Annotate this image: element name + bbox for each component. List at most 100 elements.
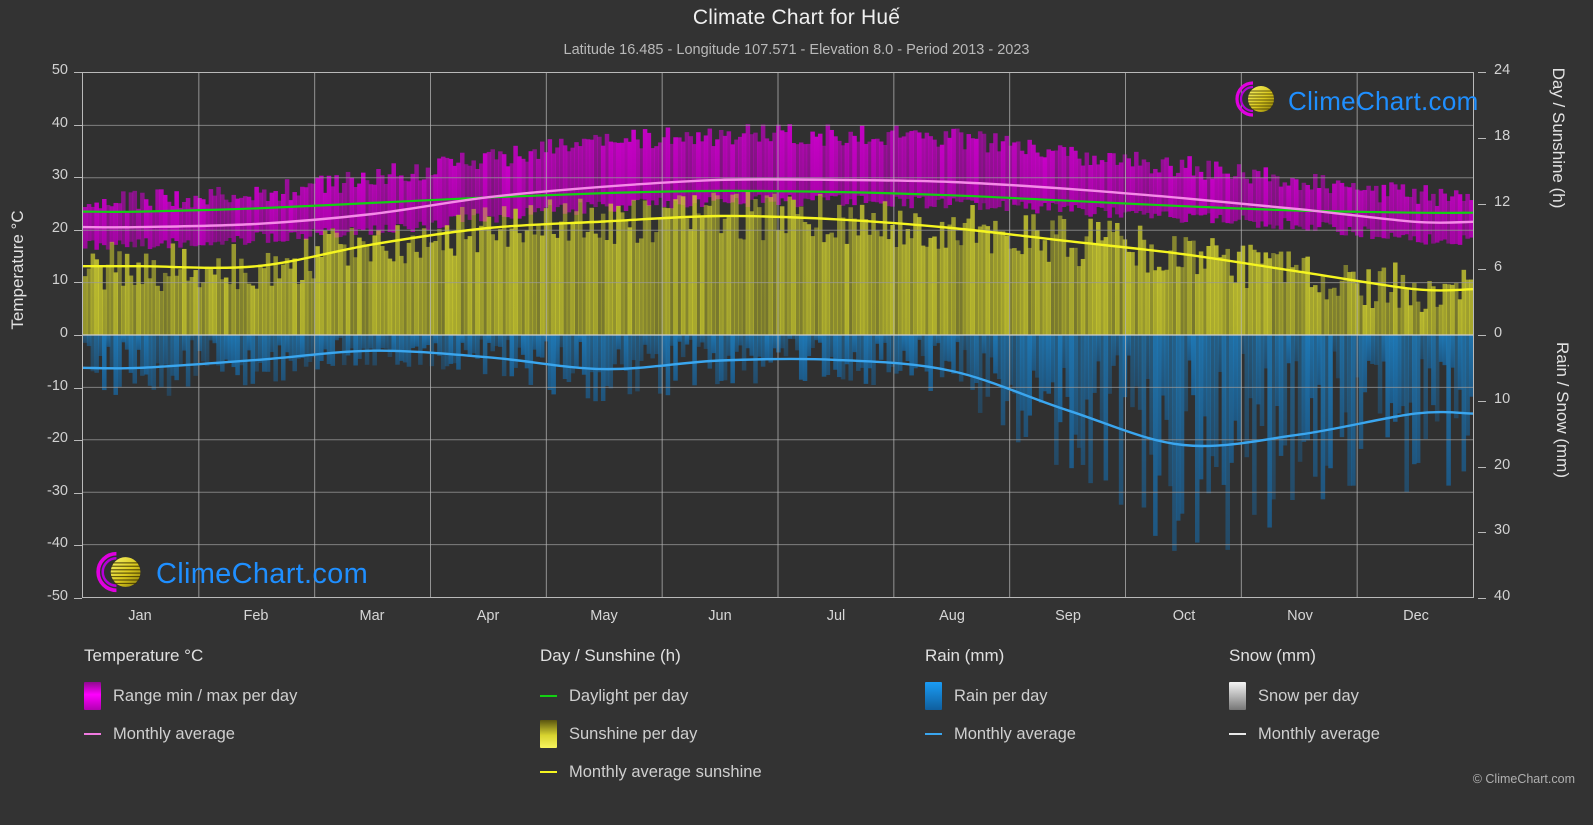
y-tick-mark-left bbox=[74, 387, 82, 389]
y-tick-mark-left bbox=[74, 72, 82, 73]
chart-legend: Temperature °C Range min / max per day Mon… bbox=[0, 646, 1593, 821]
y-tick-mark-right bbox=[1478, 598, 1486, 599]
y-tick-mark-left bbox=[74, 545, 82, 547]
legend-item-label: Daylight per day bbox=[569, 686, 689, 705]
y-tick-left: -30 bbox=[47, 482, 68, 499]
y-tick-mark-right bbox=[1478, 203, 1486, 205]
x-tick-dec: Dec bbox=[1403, 608, 1429, 624]
x-tick-sep: Sep bbox=[1055, 608, 1081, 624]
y-tick-left: -40 bbox=[47, 535, 68, 552]
y-tick-right: 30 bbox=[1494, 522, 1511, 539]
y-tick-mark-left bbox=[74, 282, 82, 284]
y-tick-mark-right bbox=[1478, 400, 1486, 402]
legend-item-label: Monthly average bbox=[113, 724, 235, 743]
y-tick-mark-left bbox=[74, 492, 82, 494]
climate-chart-page: Climate Chart for Huế Latitude 16.485 - … bbox=[0, 0, 1593, 825]
legend-swatch-icon bbox=[925, 682, 942, 710]
plot-area bbox=[82, 72, 1474, 598]
watermark-text: ClimeChart.com bbox=[1288, 86, 1479, 116]
y-tick-left: 30 bbox=[51, 167, 68, 184]
x-tick-feb: Feb bbox=[243, 608, 269, 624]
y-tick-right: 24 bbox=[1494, 62, 1511, 78]
watermark-text: ClimeChart.com bbox=[156, 558, 369, 590]
y-axis-right-bottom-title: Rain / Snow (mm) bbox=[1553, 341, 1572, 479]
x-tick-jul: Jul bbox=[826, 608, 846, 624]
legend-swatch-icon bbox=[540, 720, 557, 748]
legend-column-day-sunshine-h: Day / Sunshine (h) Daylight per day Sunshi… bbox=[540, 646, 762, 791]
legend-column-rain-mm: Rain (mm) Rain per day Monthly average bbox=[925, 646, 1076, 753]
y-tick-left: 20 bbox=[51, 219, 68, 236]
y-tick-mark-right bbox=[1478, 532, 1486, 534]
legend-group-title: Temperature °C bbox=[84, 646, 204, 665]
y-tick-mark-left bbox=[74, 124, 82, 126]
legend-item[interactable]: Monthly average bbox=[84, 715, 297, 753]
legend-line-icon bbox=[925, 720, 942, 748]
watermark-bottom-left: ClimeChart.com bbox=[92, 548, 368, 601]
y-tick-right: 6 bbox=[1494, 259, 1503, 276]
legend-item[interactable]: Monthly average bbox=[1229, 715, 1380, 753]
y-tick-mark-right bbox=[1478, 335, 1486, 336]
y-tick-left: 50 bbox=[51, 62, 68, 78]
y-tick-left: -20 bbox=[47, 430, 68, 447]
x-tick-nov: Nov bbox=[1287, 608, 1313, 624]
x-tick-may: May bbox=[590, 608, 618, 624]
legend-item[interactable]: Monthly average sunshine bbox=[540, 753, 762, 791]
copyright-notice: © ClimeChart.com bbox=[1472, 772, 1575, 786]
y-tick-right: 18 bbox=[1494, 127, 1511, 144]
legend-group-title: Rain (mm) bbox=[925, 646, 1005, 665]
legend-column-temperature-c: Temperature °C Range min / max per day Mon… bbox=[84, 646, 297, 753]
y-tick-mark-left bbox=[74, 177, 82, 179]
page-title: Climate Chart for Huế bbox=[692, 6, 901, 29]
y-tick-left: 10 bbox=[51, 272, 68, 289]
y-tick-mark-right bbox=[1478, 466, 1486, 468]
legend-item-label: Rain per day bbox=[954, 686, 1048, 705]
legend-item[interactable]: Snow per day bbox=[1229, 677, 1380, 715]
legend-item-label: Monthly average bbox=[1258, 724, 1380, 743]
legend-swatch-icon bbox=[1229, 682, 1246, 710]
x-tick-jun: Jun bbox=[708, 608, 732, 624]
legend-item[interactable]: Range min / max per day bbox=[84, 677, 297, 715]
y-tick-mark-right bbox=[1478, 72, 1486, 73]
legend-line-icon bbox=[1229, 720, 1246, 748]
legend-line-icon bbox=[84, 720, 101, 748]
chart-svg bbox=[83, 73, 1473, 597]
y-tick-right: 40 bbox=[1494, 588, 1511, 604]
legend-item[interactable]: Rain per day bbox=[925, 677, 1076, 715]
y-tick-left: 0 bbox=[59, 325, 68, 341]
legend-line-icon bbox=[540, 682, 557, 710]
page-subtitle: Latitude 16.485 - Longitude 107.571 - El… bbox=[563, 42, 1030, 58]
legend-item[interactable]: Daylight per day bbox=[540, 677, 762, 715]
legend-item[interactable]: Sunshine per day bbox=[540, 715, 762, 753]
y-tick-mark-right bbox=[1478, 269, 1486, 271]
legend-item-label: Snow per day bbox=[1258, 686, 1359, 705]
x-tick-apr: Apr bbox=[476, 608, 500, 624]
legend-item-label: Range min / max per day bbox=[113, 686, 298, 705]
legend-item[interactable]: Monthly average bbox=[925, 715, 1076, 753]
y-axis-left-title: Temperature °C bbox=[8, 210, 27, 330]
climechart-logo-icon bbox=[92, 548, 150, 601]
y-tick-left: -10 bbox=[47, 377, 68, 394]
x-tick-jan: Jan bbox=[128, 608, 152, 624]
y-tick-mark-left bbox=[74, 335, 82, 336]
watermark-top-right: ClimeChart.com bbox=[1232, 78, 1479, 125]
x-tick-mar: Mar bbox=[359, 608, 385, 624]
y-tick-right: 0 bbox=[1494, 325, 1503, 341]
y-tick-right: 12 bbox=[1494, 193, 1511, 210]
y-tick-right: 20 bbox=[1494, 456, 1511, 473]
x-tick-aug: Aug bbox=[939, 608, 965, 624]
plot-canvas bbox=[83, 73, 1473, 597]
y-axis-right-top-title: Day / Sunshine (h) bbox=[1549, 67, 1568, 209]
y-tick-mark-right bbox=[1478, 137, 1486, 139]
y-tick-mark-left bbox=[74, 440, 82, 442]
legend-group-title: Snow (mm) bbox=[1229, 646, 1316, 665]
y-tick-left: -50 bbox=[47, 588, 68, 604]
legend-item-label: Monthly average sunshine bbox=[569, 762, 762, 781]
legend-swatch-icon bbox=[84, 682, 101, 710]
legend-item-label: Sunshine per day bbox=[569, 724, 698, 743]
legend-item-label: Monthly average bbox=[954, 724, 1076, 743]
legend-line-icon bbox=[540, 758, 557, 786]
y-tick-mark-left bbox=[74, 229, 82, 231]
x-tick-oct: Oct bbox=[1172, 608, 1196, 624]
y-tick-left: 40 bbox=[51, 114, 68, 131]
y-tick-mark-left bbox=[74, 598, 82, 599]
